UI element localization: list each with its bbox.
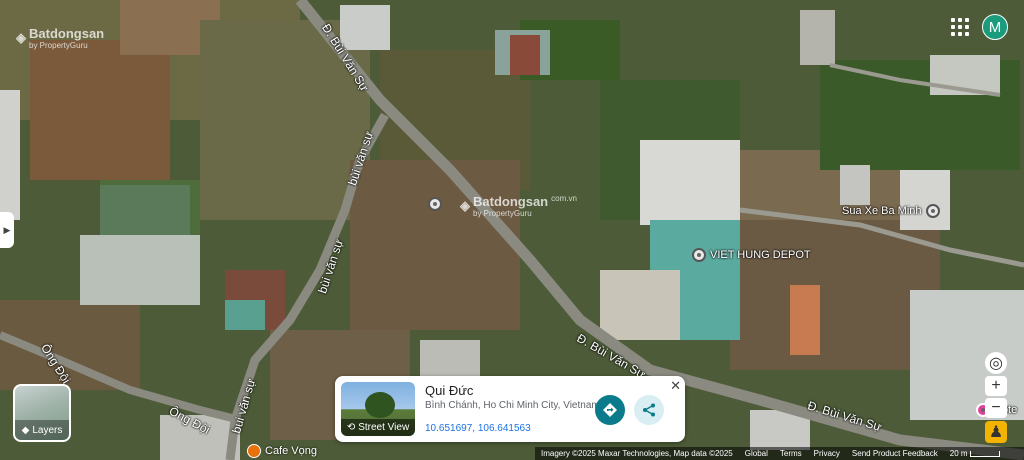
thumbnail-tree [365, 392, 395, 418]
zoom-in-button[interactable]: + [985, 376, 1007, 396]
layers-button[interactable]: ◆ Layers [13, 384, 71, 442]
directions-button[interactable] [595, 395, 625, 425]
place-cafe[interactable]: Cafe Vọng [247, 444, 317, 458]
location-pin[interactable] [428, 197, 442, 211]
global-link[interactable]: Global [745, 449, 768, 458]
account-avatar[interactable]: M [982, 14, 1008, 40]
layers-label: Layers [32, 424, 63, 436]
street-view-label: Street View [358, 422, 410, 433]
apps-grid-button[interactable] [951, 18, 969, 36]
place-label: Sua Xe Ba Minh [842, 205, 922, 217]
scale-indicator[interactable]: 20 m [950, 449, 1000, 458]
imagery-attribution: Imagery ©2025 Maxar Technologies, Map da… [541, 449, 733, 458]
pin-icon [428, 197, 442, 211]
feedback-link[interactable]: Send Product Feedback [852, 449, 938, 458]
chevron-right-icon: ▶ [3, 224, 11, 235]
watermark-logo: ◈ Batdongsan by PropertyGuru com.vn [460, 194, 577, 218]
cafe-icon [247, 444, 261, 458]
place-label: Cafe Vọng [265, 445, 317, 457]
privacy-link[interactable]: Privacy [814, 449, 840, 458]
directions-icon [603, 403, 617, 417]
watermark-logo: ◈ Batdongsan by PropertyGuru [16, 26, 104, 50]
map-footer: Imagery ©2025 Maxar Technologies, Map da… [535, 447, 1024, 460]
place-info-card: ⟲ Street View Qui Đức Bình Chánh, Ho Chi… [335, 376, 685, 442]
watermark-text: Batdongsan by PropertyGuru [473, 194, 549, 218]
expand-side-panel-button[interactable]: ▶ [0, 212, 14, 248]
street-view-thumbnail[interactable]: ⟲ Street View [341, 382, 415, 436]
street-view-label-bar: ⟲ Street View [341, 419, 415, 436]
terms-link[interactable]: Terms [780, 449, 802, 458]
close-card-button[interactable]: ✕ [670, 378, 681, 394]
watermark-logo-icon: ◈ [460, 198, 470, 213]
place-coordinates[interactable]: 10.651697, 106.641563 [425, 423, 531, 434]
street-view-icon: ⟲ [346, 422, 356, 433]
pin-icon [925, 204, 940, 218]
place-address: Bình Chánh, Ho Chi Minh City, Vietnam [425, 400, 600, 411]
share-button[interactable] [634, 395, 664, 425]
watermark-text: Batdongsan by PropertyGuru [29, 26, 105, 50]
pin-icon [692, 248, 706, 262]
location-crosshair-icon: ◎ [989, 355, 1003, 372]
my-location-button[interactable]: ◎ [985, 352, 1007, 374]
watermark-domain: com.vn [551, 194, 577, 203]
layers-icon: ◆ [21, 424, 30, 436]
watermark-logo-icon: ◈ [16, 30, 26, 45]
place-title: Qui Đức [425, 383, 474, 398]
pegman-button[interactable]: ♟ [985, 421, 1007, 443]
share-icon [643, 403, 655, 417]
layers-label-bar: ◆ Layers [15, 420, 69, 440]
zoom-out-button[interactable]: − [985, 398, 1007, 418]
place-viet-hung[interactable]: VIET HUNG DEPOT [692, 248, 811, 262]
pegman-icon: ♟ [988, 424, 1004, 441]
place-sua-xe[interactable]: Sua Xe Ba Minh [842, 204, 940, 218]
place-label: VIET HUNG DEPOT [710, 249, 811, 261]
